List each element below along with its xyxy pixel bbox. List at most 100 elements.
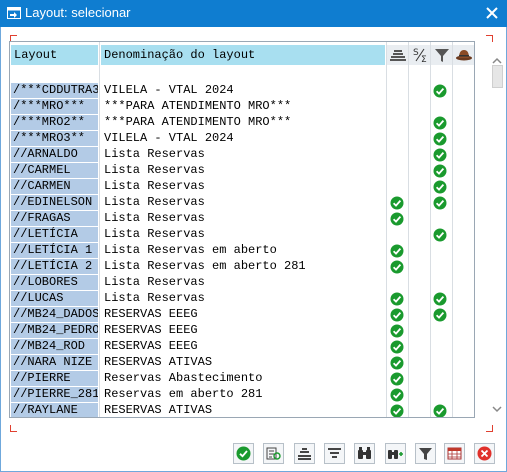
description-cell[interactable]: Lista Reservas	[102, 195, 387, 210]
layout-cell[interactable]: //CARMEL	[11, 163, 98, 178]
table-row[interactable]: //LETÍCIA Lista Reservas	[10, 227, 474, 243]
description-cell[interactable]: Lista Reservas	[102, 275, 387, 290]
table-row[interactable]: //MB24_ROD RESERVAS EEEG	[10, 339, 474, 355]
layout-cell[interactable]: //LETÍCIA 1	[11, 243, 98, 258]
column-header-default[interactable]	[386, 45, 408, 65]
table-row[interactable]: //LETÍCIA 1 Lista Reservas em aberto	[10, 243, 474, 259]
layout-cell[interactable]: /***MRO3**	[11, 131, 98, 146]
description-cell[interactable]: Lista Reservas	[102, 147, 387, 162]
vertical-scrollbar[interactable]	[490, 57, 504, 415]
table-row[interactable]: /***MRO2** ***PARA ATENDIMENTO MRO***	[10, 115, 474, 131]
layout-cell[interactable]: //PIERRE	[11, 371, 98, 386]
layout-table: Layout Denominação do layout S Σ /***CDD…	[9, 41, 475, 418]
filter-icon	[419, 448, 432, 460]
sum-icon: S Σ	[413, 48, 427, 65]
table-row[interactable]: //CARMEN Lista Reservas	[10, 179, 474, 195]
find-next-button[interactable]	[385, 443, 406, 464]
table-row[interactable]: //FRAGAS Lista Reservas	[10, 211, 474, 227]
scroll-up-icon[interactable]	[492, 57, 502, 65]
table-row[interactable]: //ARNALDO Lista Reservas	[10, 147, 474, 163]
table-row[interactable]: /***MRO3** VILELA - VTAL 2024	[10, 131, 474, 147]
layout-cell[interactable]: //LUCAS	[11, 291, 98, 306]
check-icon	[433, 180, 447, 194]
layout-cell[interactable]: //RAYLANE	[11, 403, 98, 417]
description-cell[interactable]: Lista Reservas	[102, 163, 387, 178]
table-row[interactable]: //RAYLANE RESERVAS ATIVAS	[10, 403, 474, 417]
layout-cell[interactable]: //PIERRE_281	[11, 387, 98, 402]
table-row[interactable]: //LUCAS Lista Reservas	[10, 291, 474, 307]
table-row[interactable]: //PIERRE Reservas Abastecimento	[10, 371, 474, 387]
description-cell[interactable]: RESERVAS EEEG	[102, 307, 387, 322]
layout-cell[interactable]: /***CDDUTRA3	[11, 83, 98, 98]
description-cell[interactable]: ***PARA ATENDIMENTO MRO***	[102, 99, 387, 114]
layout-cell[interactable]: //LETÍCIA 2	[11, 259, 98, 274]
table-row[interactable]: //PIERRE_281 Reservas em aberto 281	[10, 387, 474, 403]
description-cell[interactable]: RESERVAS EEEG	[102, 339, 387, 354]
sort-button[interactable]	[324, 443, 345, 464]
layout-cell[interactable]: /***MRO2**	[11, 115, 98, 130]
description-cell[interactable]: Lista Reservas	[102, 227, 387, 242]
table-row[interactable]: //LOBORES Lista Reservas	[10, 275, 474, 291]
check-icon	[390, 308, 404, 322]
check-icon	[433, 132, 447, 146]
scroll-down-icon[interactable]	[492, 405, 502, 413]
description-cell[interactable]: Lista Reservas em aberto	[102, 243, 387, 258]
column-header-layout[interactable]: Layout	[11, 45, 98, 65]
default-setting-icon	[390, 50, 406, 61]
find-button[interactable]	[354, 443, 375, 464]
table-row[interactable]: //CARMEL Lista Reservas	[10, 163, 474, 179]
table-row[interactable]: /***MRO*** ***PARA ATENDIMENTO MRO***	[10, 99, 474, 115]
check-icon	[390, 324, 404, 338]
description-cell[interactable]: RESERVAS EEEG	[102, 323, 387, 338]
layout-cell[interactable]: //LOBORES	[11, 275, 98, 290]
description-cell[interactable]: RESERVAS ATIVAS	[102, 403, 387, 417]
column-header-filter[interactable]	[430, 45, 452, 65]
table-row[interactable]: //MB24_PEDRO RESERVAS EEEG	[10, 323, 474, 339]
description-cell[interactable]: Lista Reservas em aberto 281	[102, 259, 387, 274]
column-header-description[interactable]: Denominação do layout	[101, 45, 385, 65]
table-row[interactable]: //NARA NIZE RESERVAS ATIVAS	[10, 355, 474, 371]
table-row[interactable]: //LETÍCIA 2 Lista Reservas em aberto 281	[10, 259, 474, 275]
layout-cell[interactable]: //EDINELSON	[11, 195, 98, 210]
check-icon	[433, 308, 447, 322]
table-row[interactable]: //EDINELSON Lista Reservas	[10, 195, 474, 211]
layout-cell[interactable]: //FRAGAS	[11, 211, 98, 226]
layout-cell[interactable]: //NARA NIZE	[11, 355, 98, 370]
check-icon	[390, 212, 404, 226]
description-cell[interactable]: Lista Reservas	[102, 179, 387, 194]
description-cell[interactable]: VILELA - VTAL 2024	[102, 131, 387, 146]
layout-cell[interactable]: //LETÍCIA	[11, 227, 98, 242]
user-hat-icon	[456, 50, 472, 61]
description-cell[interactable]: VILELA - VTAL 2024	[102, 83, 387, 98]
check-icon	[390, 388, 404, 402]
layout-cell[interactable]: //MB24_DADOS	[11, 307, 98, 322]
layout-cell[interactable]: //MB24_PEDRO	[11, 323, 98, 338]
layout-cell[interactable]: /***MRO***	[11, 99, 98, 114]
layout-cell[interactable]: //ARNALDO	[11, 147, 98, 162]
check-icon	[390, 260, 404, 274]
description-cell[interactable]: Lista Reservas	[102, 211, 387, 226]
focus-corner	[486, 425, 493, 432]
filter-button[interactable]	[415, 443, 436, 464]
details-button[interactable]	[263, 443, 284, 464]
description-cell[interactable]: Reservas em aberto 281	[102, 387, 387, 402]
confirm-button[interactable]	[233, 443, 254, 464]
svg-text:Σ: Σ	[421, 55, 427, 65]
description-cell[interactable]: RESERVAS ATIVAS	[102, 355, 387, 370]
layout-cell[interactable]: //MB24_ROD	[11, 339, 98, 354]
filter-icon	[435, 49, 449, 62]
description-cell[interactable]: ***PARA ATENDIMENTO MRO***	[102, 115, 387, 130]
description-cell[interactable]: Lista Reservas	[102, 291, 387, 306]
default-setting-button[interactable]	[294, 443, 315, 464]
scrollbar-thumb[interactable]	[492, 65, 503, 88]
cancel-button[interactable]	[474, 443, 495, 464]
table-button[interactable]	[444, 443, 465, 464]
column-header-user[interactable]	[452, 45, 474, 65]
column-header-sum[interactable]: S Σ	[408, 45, 430, 65]
description-cell[interactable]: Reservas Abastecimento	[102, 371, 387, 386]
close-icon[interactable]	[483, 4, 501, 22]
layout-cell[interactable]: //CARMEN	[11, 179, 98, 194]
check-icon	[390, 404, 404, 417]
table-row[interactable]: //MB24_DADOS RESERVAS EEEG	[10, 307, 474, 323]
table-row[interactable]: /***CDDUTRA3 VILELA - VTAL 2024	[10, 83, 474, 99]
